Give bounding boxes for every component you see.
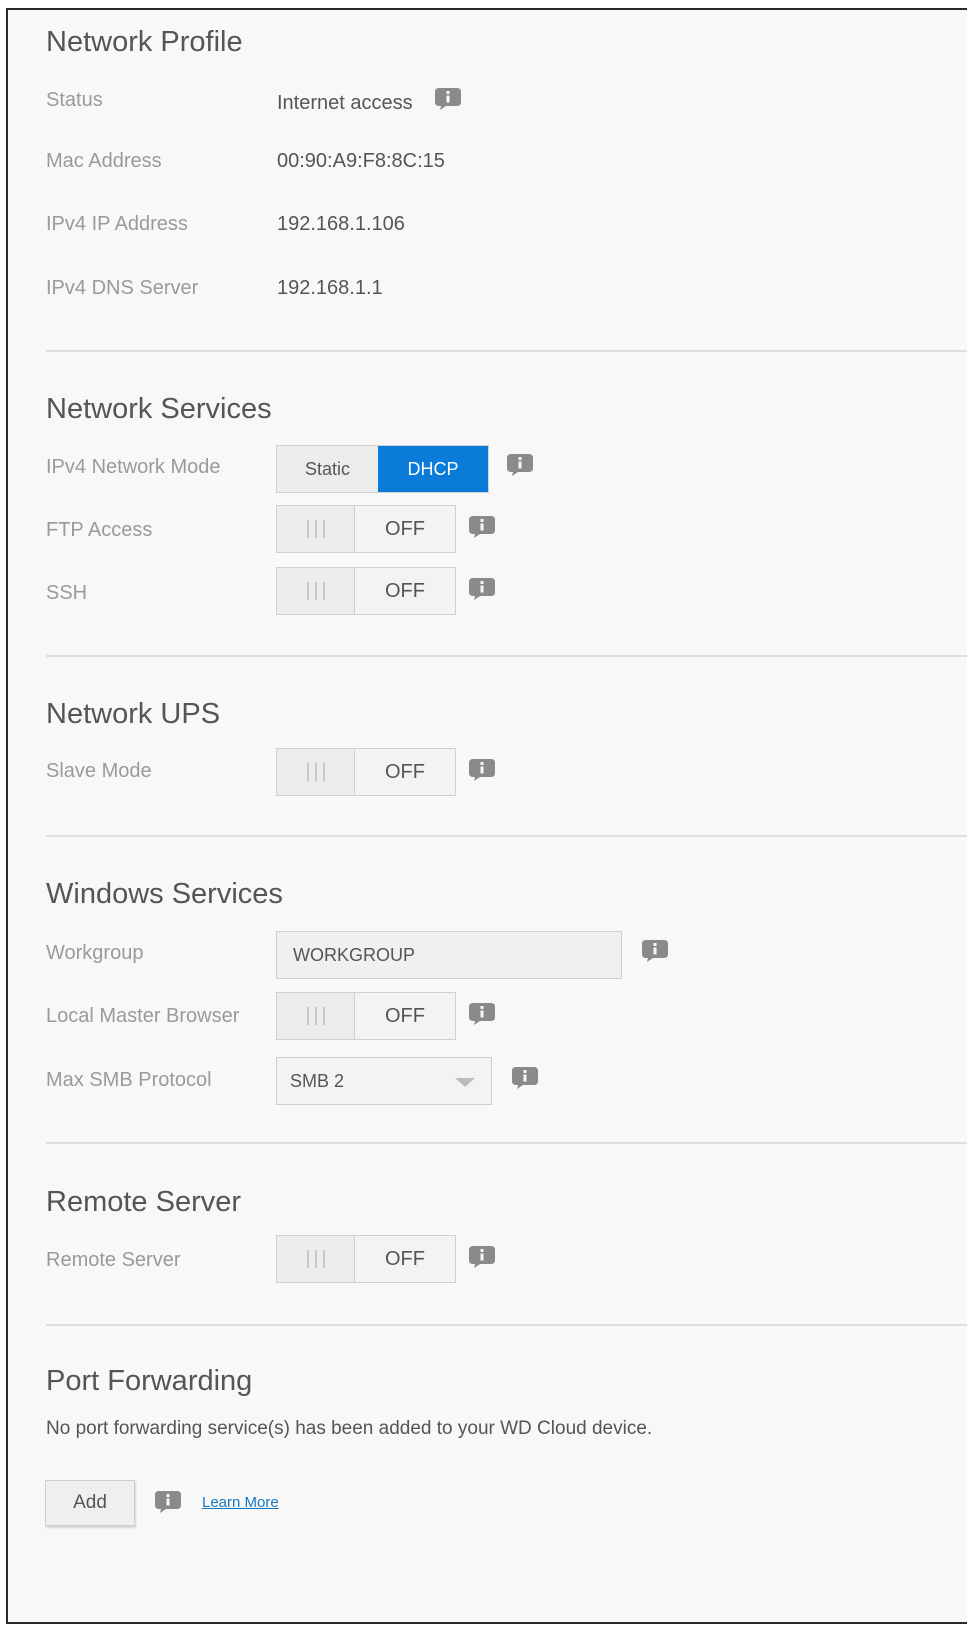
ssh-toggle[interactable]: OFF	[276, 567, 456, 615]
port-forwarding-heading: Port Forwarding	[46, 1365, 253, 1397]
local-master-browser-label: Local Master Browser	[46, 1005, 240, 1027]
ssh-label: SSH	[46, 582, 88, 604]
remote-server-label: Remote Server	[46, 1249, 181, 1271]
toggle-grip[interactable]	[277, 568, 355, 614]
toggle-grip[interactable]	[277, 506, 355, 552]
info-icon[interactable]	[468, 758, 496, 782]
network-profile-heading: Network Profile	[46, 26, 243, 58]
workgroup-label: Workgroup	[46, 942, 144, 964]
toggle-grip[interactable]	[277, 1236, 355, 1282]
mac-address-value: 00:90:A9:F8:8C:15	[277, 150, 445, 172]
remote-server-toggle[interactable]: OFF	[276, 1235, 456, 1283]
info-icon[interactable]	[468, 1245, 496, 1269]
windows-services-heading: Windows Services	[46, 878, 283, 910]
max-smb-protocol-select[interactable]: SMB 2	[276, 1057, 492, 1105]
remote-server-heading: Remote Server	[46, 1186, 242, 1218]
toggle-state: OFF	[355, 1236, 455, 1282]
add-button[interactable]: Add	[45, 1480, 135, 1526]
section-divider	[46, 350, 967, 352]
toggle-state: OFF	[355, 506, 455, 552]
ipv4-ip-label: IPv4 IP Address	[46, 213, 188, 235]
toggle-grip[interactable]	[277, 993, 355, 1039]
ipv4-network-mode-switch: Static DHCP	[276, 445, 489, 493]
info-icon[interactable]	[468, 577, 496, 601]
section-divider	[46, 835, 967, 837]
network-ups-heading: Network UPS	[46, 698, 221, 730]
dhcp-option[interactable]: DHCP	[378, 446, 488, 492]
chevron-down-icon	[455, 1078, 475, 1087]
max-smb-protocol-label: Max SMB Protocol	[46, 1069, 212, 1091]
ipv4-network-mode-label: IPv4 Network Mode	[46, 456, 221, 478]
mac-address-label: Mac Address	[46, 150, 162, 172]
section-divider	[46, 1324, 967, 1326]
workgroup-input[interactable]: WORKGROUP	[276, 931, 622, 979]
toggle-grip[interactable]	[277, 749, 355, 795]
ftp-access-label: FTP Access	[46, 519, 153, 541]
ipv4-dns-value: 192.168.1.1	[277, 277, 383, 299]
info-icon[interactable]	[468, 515, 496, 539]
toggle-state: OFF	[355, 993, 455, 1039]
local-master-browser-toggle[interactable]: OFF	[276, 992, 456, 1040]
info-icon[interactable]	[154, 1490, 182, 1514]
section-divider	[46, 1142, 967, 1144]
section-divider	[46, 655, 967, 657]
info-icon[interactable]	[641, 939, 669, 963]
static-option[interactable]: Static	[277, 446, 378, 492]
status-value: Internet access	[277, 92, 413, 114]
info-icon[interactable]	[468, 1002, 496, 1026]
select-value: SMB 2	[290, 1070, 345, 1091]
ipv4-dns-label: IPv4 DNS Server	[46, 277, 199, 299]
ftp-access-toggle[interactable]: OFF	[276, 505, 456, 553]
info-icon[interactable]	[506, 453, 534, 477]
slave-mode-toggle[interactable]: OFF	[276, 748, 456, 796]
info-icon[interactable]	[434, 87, 462, 111]
toggle-state: OFF	[355, 749, 455, 795]
ipv4-ip-value: 192.168.1.106	[277, 213, 405, 235]
status-label: Status	[46, 89, 103, 111]
info-icon[interactable]	[511, 1066, 539, 1090]
learn-more-link[interactable]: Learn More	[202, 1494, 279, 1511]
slave-mode-label: Slave Mode	[46, 760, 152, 782]
toggle-state: OFF	[355, 568, 455, 614]
network-services-heading: Network Services	[46, 393, 272, 425]
port-forwarding-message: No port forwarding service(s) has been a…	[46, 1418, 653, 1439]
